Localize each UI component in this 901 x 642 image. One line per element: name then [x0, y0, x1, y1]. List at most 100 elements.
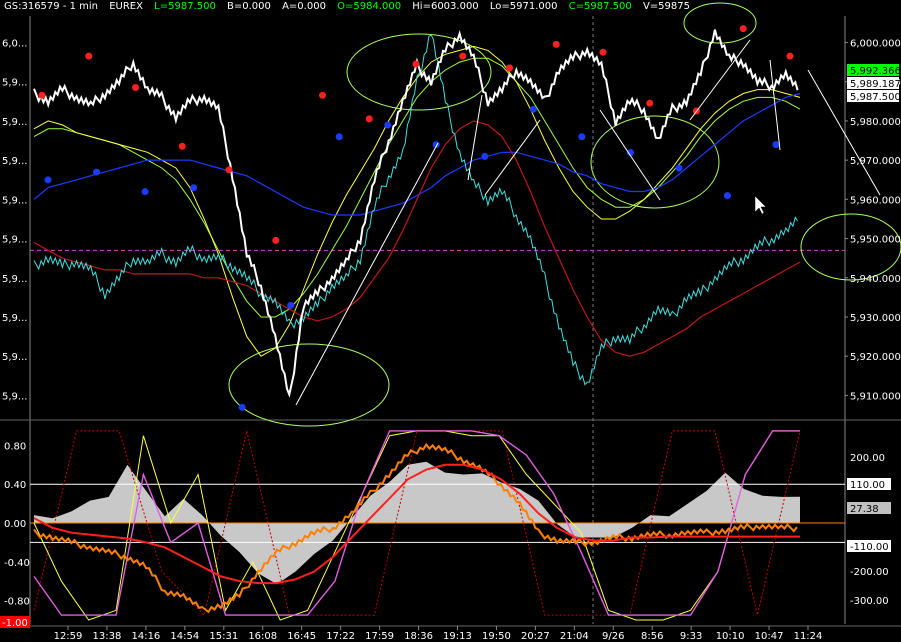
- osc-right-tick-label: 110.00: [850, 480, 885, 491]
- time-tick-label: 9:33: [680, 631, 702, 642]
- time-tick-label: 16:08: [248, 631, 277, 642]
- annotation-arrow: [484, 119, 541, 196]
- peak-marker: [225, 166, 233, 174]
- osc-left-tick-label: -1.00: [2, 618, 28, 629]
- time-tick-label: 11:24: [794, 631, 823, 642]
- time-tick-label: 16:45: [287, 631, 316, 642]
- osc-left-tick-label: 0.00: [4, 519, 26, 530]
- trough-marker: [93, 168, 101, 176]
- yellow-osc-line: [33, 430, 800, 621]
- price-left-tick-label: 5,9...: [2, 117, 27, 128]
- price-tick-label: 6,000.000: [850, 39, 901, 50]
- mouse-cursor: [754, 195, 767, 215]
- price-left-tick-label: 5,9...: [2, 156, 27, 167]
- price-label: 5,987.500: [850, 92, 901, 103]
- price-tick-label: 5,970.000: [850, 156, 901, 167]
- trough-marker: [141, 188, 149, 196]
- annotation-arrow: [467, 94, 483, 181]
- time-tick-label: 19:13: [443, 631, 472, 642]
- trough-marker: [772, 141, 780, 149]
- price-left-tick-label: 5,9...: [2, 391, 27, 402]
- peak-marker: [38, 91, 46, 99]
- price-tick-label: 5,930.000: [850, 313, 901, 324]
- osc-right-tick-label: -300.00: [850, 596, 889, 607]
- price-left-tick-label: 5,9...: [2, 274, 27, 285]
- time-tick-label: 10:47: [755, 631, 784, 642]
- time-tick-label: 17:59: [365, 631, 394, 642]
- price-label: 5,989.187: [850, 79, 901, 90]
- trough-marker: [675, 164, 683, 172]
- time-tick-label: 21:04: [560, 631, 589, 642]
- peak-marker: [599, 48, 607, 56]
- peak-marker: [178, 142, 186, 150]
- oscillator-panel: [30, 430, 845, 621]
- time-tick-label: 9/26: [602, 631, 624, 642]
- peak-marker: [365, 115, 373, 123]
- time-tick-label: 8:56: [641, 631, 663, 642]
- cursor-arrow-icon: [754, 195, 767, 215]
- osc-right-tick-label: -200.00: [850, 567, 889, 578]
- peak-marker: [552, 40, 560, 48]
- time-tick-label: 13:38: [93, 631, 122, 642]
- peak-marker: [646, 99, 654, 107]
- green-series-line: [33, 57, 801, 318]
- trough-marker: [481, 152, 489, 160]
- peak-marker: [319, 91, 326, 99]
- peak-marker: [412, 60, 420, 68]
- trough-marker: [238, 403, 246, 411]
- peak-marker: [459, 52, 467, 60]
- time-tick-label: 14:16: [131, 631, 160, 642]
- time-tick-label: 19:50: [482, 631, 511, 642]
- time-tick-label: 18:36: [404, 631, 433, 642]
- price-tick-label: 5,910.000: [850, 391, 901, 402]
- price-tick-label: 5,960.000: [850, 195, 901, 206]
- osc-right-tick-label: -110.00: [850, 542, 889, 553]
- price-left-tick-label: 5,9...: [2, 195, 27, 206]
- price-tick-label: 5,950.000: [850, 235, 901, 246]
- price-left-tick-label: 5,9...: [2, 352, 27, 363]
- price-tick-label: 5,920.000: [850, 352, 901, 363]
- peak-marker: [85, 52, 93, 60]
- time-tick-label: 10:10: [716, 631, 745, 642]
- price-tick-label: 5,980.000: [850, 117, 901, 128]
- price-left-tick-label: 6,0...: [2, 39, 27, 50]
- trough-marker: [529, 105, 537, 113]
- peak-marker: [506, 64, 513, 72]
- time-tick-label: 12:59: [54, 631, 83, 642]
- time-tick-label: 17:22: [326, 631, 355, 642]
- peak-marker: [272, 236, 280, 244]
- trough-marker: [578, 133, 586, 141]
- trough-marker: [287, 301, 295, 309]
- price-left-tick-label: 5,9...: [2, 313, 27, 324]
- annotation-arrow: [599, 109, 661, 201]
- osc-right-tick-label: 27.38: [850, 504, 879, 515]
- peak-marker: [786, 52, 794, 60]
- time-tick-label: 15:31: [209, 631, 238, 642]
- osc-left-tick-label: -0.40: [4, 558, 30, 569]
- price-panel: [33, 2, 901, 427]
- axes-layer: 6,000.0006,0...5,990.0005,9...5,980.0005…: [0, 39, 901, 642]
- trough-marker: [44, 176, 52, 184]
- osc-left-tick-label: 0.80: [4, 441, 26, 452]
- price-left-tick-label: 5,9...: [2, 235, 27, 246]
- trading-chart[interactable]: 6,000.0006,0...5,990.0005,9...5,980.0005…: [0, 0, 901, 642]
- price-tick-label: 5,940.000: [850, 274, 901, 285]
- osc-right-tick-label: 200.00: [850, 453, 885, 464]
- annotation-ellipse: [800, 213, 901, 281]
- price-left-tick-label: 5,9...: [2, 78, 27, 89]
- peak-marker: [132, 83, 139, 91]
- blue-ma-line: [33, 92, 801, 216]
- annotation-ellipse: [228, 343, 390, 427]
- osc-left-tick-label: -0.80: [4, 597, 30, 608]
- red-ma-line: [33, 120, 801, 357]
- price-label: 5,992.366: [850, 66, 901, 77]
- trough-marker: [335, 133, 343, 141]
- osc-left-tick-label: 0.40: [4, 480, 26, 491]
- time-tick-label: 14:54: [170, 631, 199, 642]
- peak-marker: [739, 25, 747, 33]
- trough-marker: [723, 192, 731, 200]
- grid-layer: [0, 16, 901, 627]
- trough-marker: [190, 184, 198, 192]
- time-tick-label: 20:27: [521, 631, 550, 642]
- trough-marker: [384, 121, 392, 129]
